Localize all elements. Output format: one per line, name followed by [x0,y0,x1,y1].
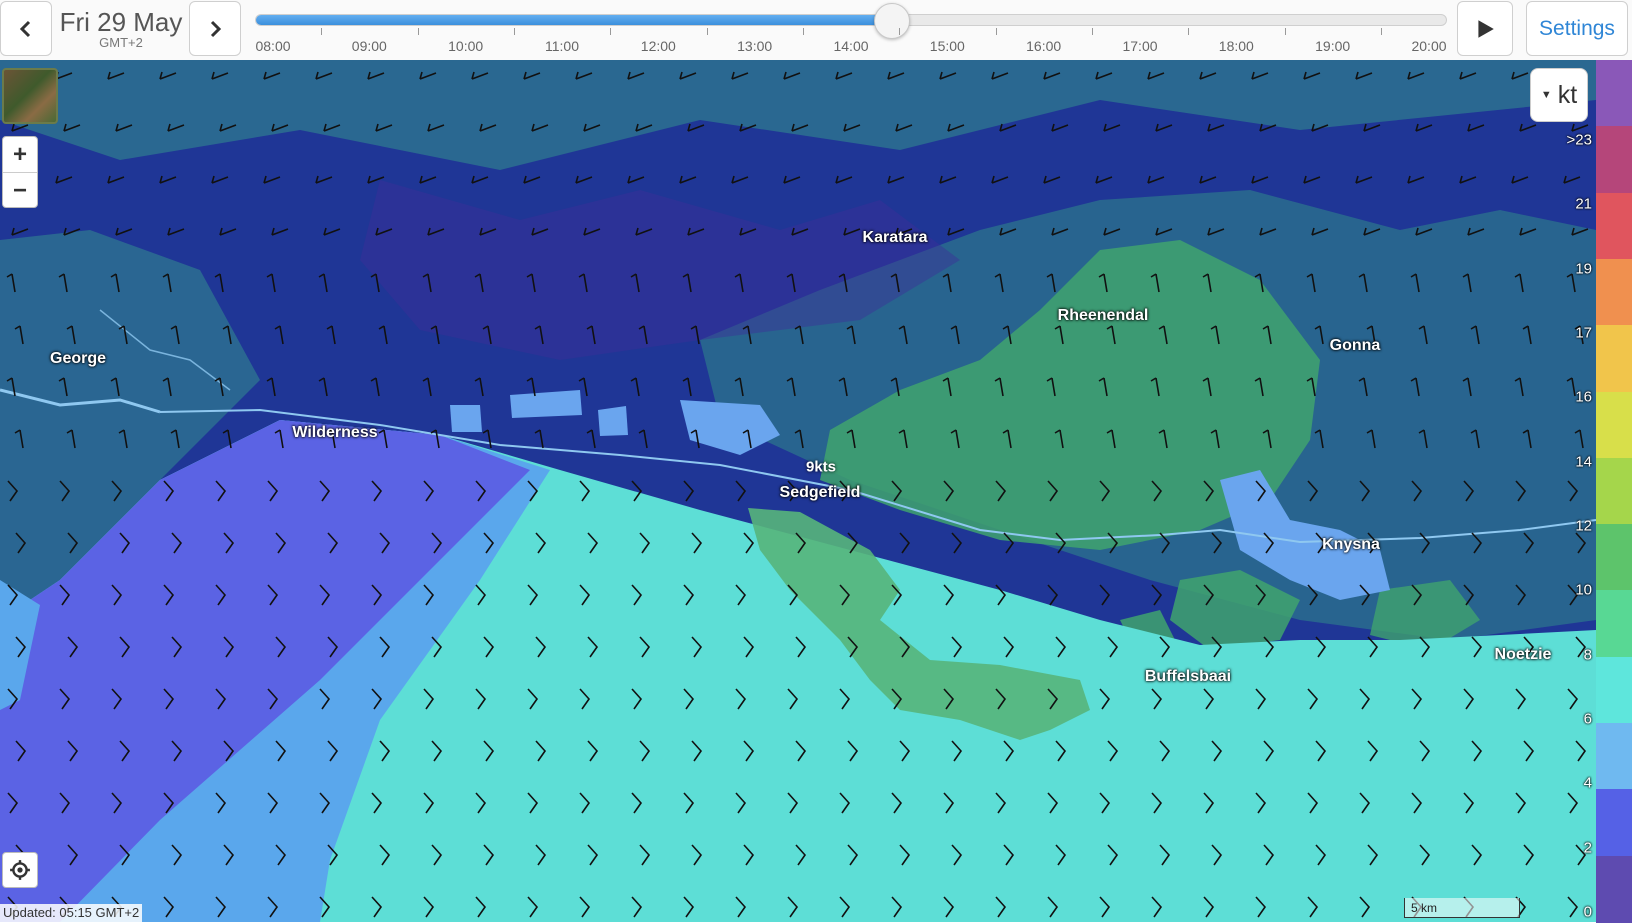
legend-label: 0 [1583,903,1592,921]
hour-label: 11:00 [545,38,579,54]
legend-label: 8 [1583,646,1592,664]
time-slider[interactable]: 08:00 09:00 10:00 11:00 12:00 13:00 14:00 15:00… [255,0,1447,58]
place-gonna: Gonna [1329,337,1381,354]
play-button[interactable] [1457,1,1513,56]
half-hour-tick [802,28,804,35]
play-icon [1478,19,1494,38]
next-day-button[interactable] [189,1,241,56]
legend-swatch [1596,258,1632,327]
half-hour-tick [1284,28,1286,35]
legend-label: 2 [1583,839,1592,857]
previous-day-button[interactable] [0,1,52,56]
legend-label: 21 [1575,195,1592,213]
half-hour-tick [899,28,901,35]
half-hour-tick [1091,28,1093,35]
map-layer-thumbnail[interactable] [2,68,58,124]
date-display: Fri 29 May GMT+2 [56,0,186,58]
legend-label: 19 [1575,260,1592,278]
top-bar: Fri 29 May GMT+2 08:00 09:00 10:00 11:00 12:… [0,0,1632,61]
place-karatara: Karatara [862,229,928,246]
legend-label: 12 [1575,517,1592,535]
legend-swatch [1596,524,1632,592]
zoom-in-button[interactable]: + [3,137,37,173]
wind-speed-legend: >23 21 19 17 16 14 12 10 8 6 4 2 0 [1567,60,1632,923]
place-rheenendal: Rheenendal [1057,307,1149,324]
place-buffelsbaai: Buffelsbaai [1144,668,1232,685]
hour-label: 15:00 [929,38,965,54]
hour-label: 14:00 [833,38,869,54]
hour-label: 18:00 [1218,38,1254,54]
wind-map[interactable]: + − ▼ kt Karatara Rheenendal Gonna Georg… [0,60,1596,922]
wind-speed-label: 9kts [805,458,837,476]
zoom-out-button[interactable]: − [3,173,37,208]
legend-swatch [1596,126,1632,194]
place-sedgefield: Sedgefield [779,484,861,501]
hour-label: 17:00 [1122,38,1158,54]
legend-label: 16 [1575,388,1592,406]
scale-bar: 5 km [1404,898,1520,918]
half-hour-tick [610,28,612,35]
half-hour-tick [1188,28,1190,35]
legend-swatch [1596,457,1632,526]
chevron-left-icon [19,20,31,37]
legend-label: 6 [1583,710,1592,728]
place-noetzie: Noetzie [1494,646,1552,663]
half-hour-tick [321,28,323,35]
legend-label: 10 [1575,581,1592,599]
crosshair-icon [10,860,30,880]
hour-label: 19:00 [1315,38,1351,54]
half-hour-tick [1380,28,1382,35]
half-hour-tick [995,28,997,35]
hour-label: 13:00 [737,38,773,54]
time-slider-track[interactable] [255,14,1447,26]
zoom-control: + − [2,136,38,208]
legend-swatch [1596,590,1632,658]
settings-button[interactable]: Settings [1526,1,1628,56]
unit-selector[interactable]: ▼ kt [1530,68,1588,122]
legend-label: 14 [1575,453,1592,471]
legend-swatch [1596,855,1632,923]
half-hour-tick [706,28,708,35]
time-slider-handle[interactable] [873,3,910,39]
half-hour-tick [417,28,419,35]
time-slider-progress [256,15,891,25]
legend-swatch [1596,789,1632,857]
legend-swatch [1596,656,1632,725]
locate-button[interactable] [2,852,38,888]
caret-down-icon: ▼ [1540,89,1552,101]
hour-label: 12:00 [640,38,676,54]
updated-timestamp: Updated: 05:15 GMT+2 [0,904,143,922]
legend-label: 17 [1575,324,1592,342]
legend-swatch [1596,391,1632,459]
legend-label: 4 [1583,774,1592,792]
date-label: Fri 29 May [59,7,183,37]
legend-swatch [1596,192,1632,260]
timezone-label: GMT+2 [99,35,143,50]
hour-label: 09:00 [351,38,387,54]
place-knysna: Knysna [1322,536,1380,553]
hour-label: 20:00 [1411,38,1447,54]
legend-swatch [1596,60,1632,128]
legend-label: >23 [1566,131,1592,149]
legend-swatch [1596,723,1632,791]
chevron-right-icon [210,20,222,37]
half-hour-tick [513,28,515,35]
place-wilderness: Wilderness [292,424,378,441]
unit-label: kt [1557,80,1578,109]
hour-label: 10:00 [448,38,484,54]
hour-label: 16:00 [1026,38,1062,54]
hour-label: 08:00 [255,38,291,54]
legend-swatch [1596,325,1632,393]
place-george: George [49,350,107,367]
